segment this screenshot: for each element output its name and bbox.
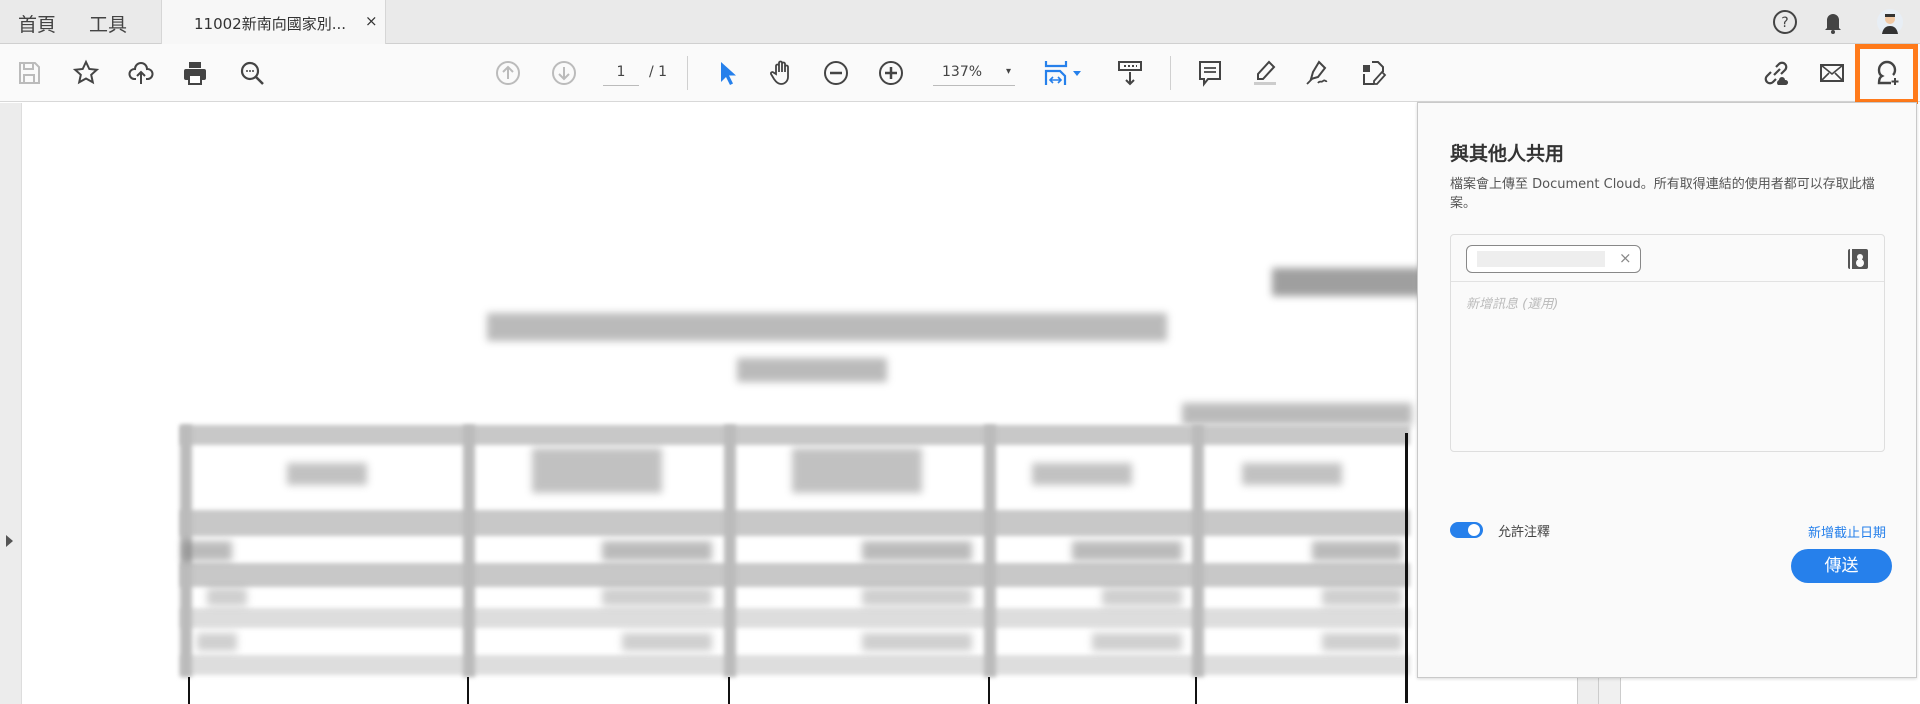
help-icon[interactable]: ?: [1771, 8, 1799, 36]
add-deadline-link[interactable]: 新增截止日期: [1808, 522, 1886, 541]
blurred-annex-label: [1272, 268, 1422, 296]
tab-tools[interactable]: 工具: [89, 10, 127, 37]
upload-cloud-icon[interactable]: [126, 58, 156, 88]
blurred-unit-note: [1182, 403, 1412, 425]
send-button[interactable]: 傳送: [1791, 549, 1892, 583]
tab-bar: 首頁 工具 11002新南向國家別... × ?: [0, 0, 1920, 45]
fit-page-dropdown-arrow-icon[interactable]: [1070, 58, 1084, 88]
address-book-icon[interactable]: [1848, 249, 1868, 269]
hand-tool-icon[interactable]: [767, 58, 797, 88]
chevron-down-icon: ▾: [1005, 66, 1011, 77]
fit-page-icon[interactable]: [1041, 58, 1071, 88]
expand-arrow-icon: [6, 535, 13, 547]
recipient-chip[interactable]: ×: [1466, 245, 1641, 273]
pdf-document-page: [22, 103, 1577, 704]
email-icon[interactable]: [1817, 58, 1847, 88]
message-input[interactable]: 新增訊息 (選用): [1466, 293, 1558, 312]
share-button-highlight: [1855, 44, 1918, 104]
toolbar-divider: [1170, 56, 1171, 90]
toolbar: 1 / 1 137% ▾: [0, 44, 1920, 102]
fill-sign-icon[interactable]: [1359, 58, 1389, 88]
remove-recipient-icon[interactable]: ×: [1619, 249, 1632, 267]
blurred-document-title: [487, 313, 1167, 341]
share-panel: 與其他人共用 檔案會上傳至 Document Cloud。所有取得連結的使用者都…: [1417, 102, 1917, 678]
print-icon[interactable]: [180, 58, 210, 88]
zoom-level-value: 137%: [942, 64, 983, 80]
blurred-document-subtitle: [737, 358, 887, 382]
zoom-out-icon[interactable]: [821, 58, 851, 88]
share-panel-title: 與其他人共用: [1450, 143, 1565, 165]
box-divider: [1451, 281, 1884, 282]
comment-icon[interactable]: [1195, 58, 1225, 88]
scroll-mode-icon[interactable]: [1115, 58, 1145, 88]
page-total: / 1: [649, 64, 668, 80]
left-panel-toggle[interactable]: [0, 103, 22, 704]
tab-document[interactable]: 11002新南向國家別... ×: [161, 0, 386, 45]
save-icon[interactable]: [14, 58, 44, 88]
search-icon[interactable]: [237, 58, 267, 88]
select-cursor-icon[interactable]: [711, 58, 741, 88]
share-link-icon[interactable]: [1761, 58, 1791, 88]
page-number-input[interactable]: 1: [603, 58, 639, 86]
allow-comments-label: 允許注釋: [1498, 525, 1551, 540]
close-tab-icon[interactable]: ×: [365, 12, 378, 30]
previous-page-icon[interactable]: [493, 58, 523, 88]
allow-comments-toggle[interactable]: [1450, 522, 1483, 538]
svg-text:?: ?: [1781, 15, 1788, 31]
notification-bell-icon[interactable]: [1819, 8, 1847, 36]
bookmark-star-icon[interactable]: [71, 58, 101, 88]
toolbar-divider: [687, 56, 688, 90]
sign-pen-icon[interactable]: [1303, 58, 1333, 88]
highlight-pen-icon[interactable]: [1250, 58, 1280, 88]
document-tab-title: 11002新南向國家別...: [194, 15, 347, 33]
share-panel-description: 檔案會上傳至 Document Cloud。所有取得連結的使用者都可以存取此檔案…: [1450, 177, 1875, 211]
redacted-recipient-email: [1477, 251, 1605, 267]
zoom-in-icon[interactable]: [876, 58, 906, 88]
tab-home[interactable]: 首頁: [18, 10, 56, 37]
user-avatar[interactable]: [1876, 8, 1904, 36]
recipient-message-box: × 新增訊息 (選用): [1450, 234, 1885, 452]
zoom-level-dropdown[interactable]: 137% ▾: [933, 58, 1015, 86]
next-page-icon[interactable]: [549, 58, 579, 88]
